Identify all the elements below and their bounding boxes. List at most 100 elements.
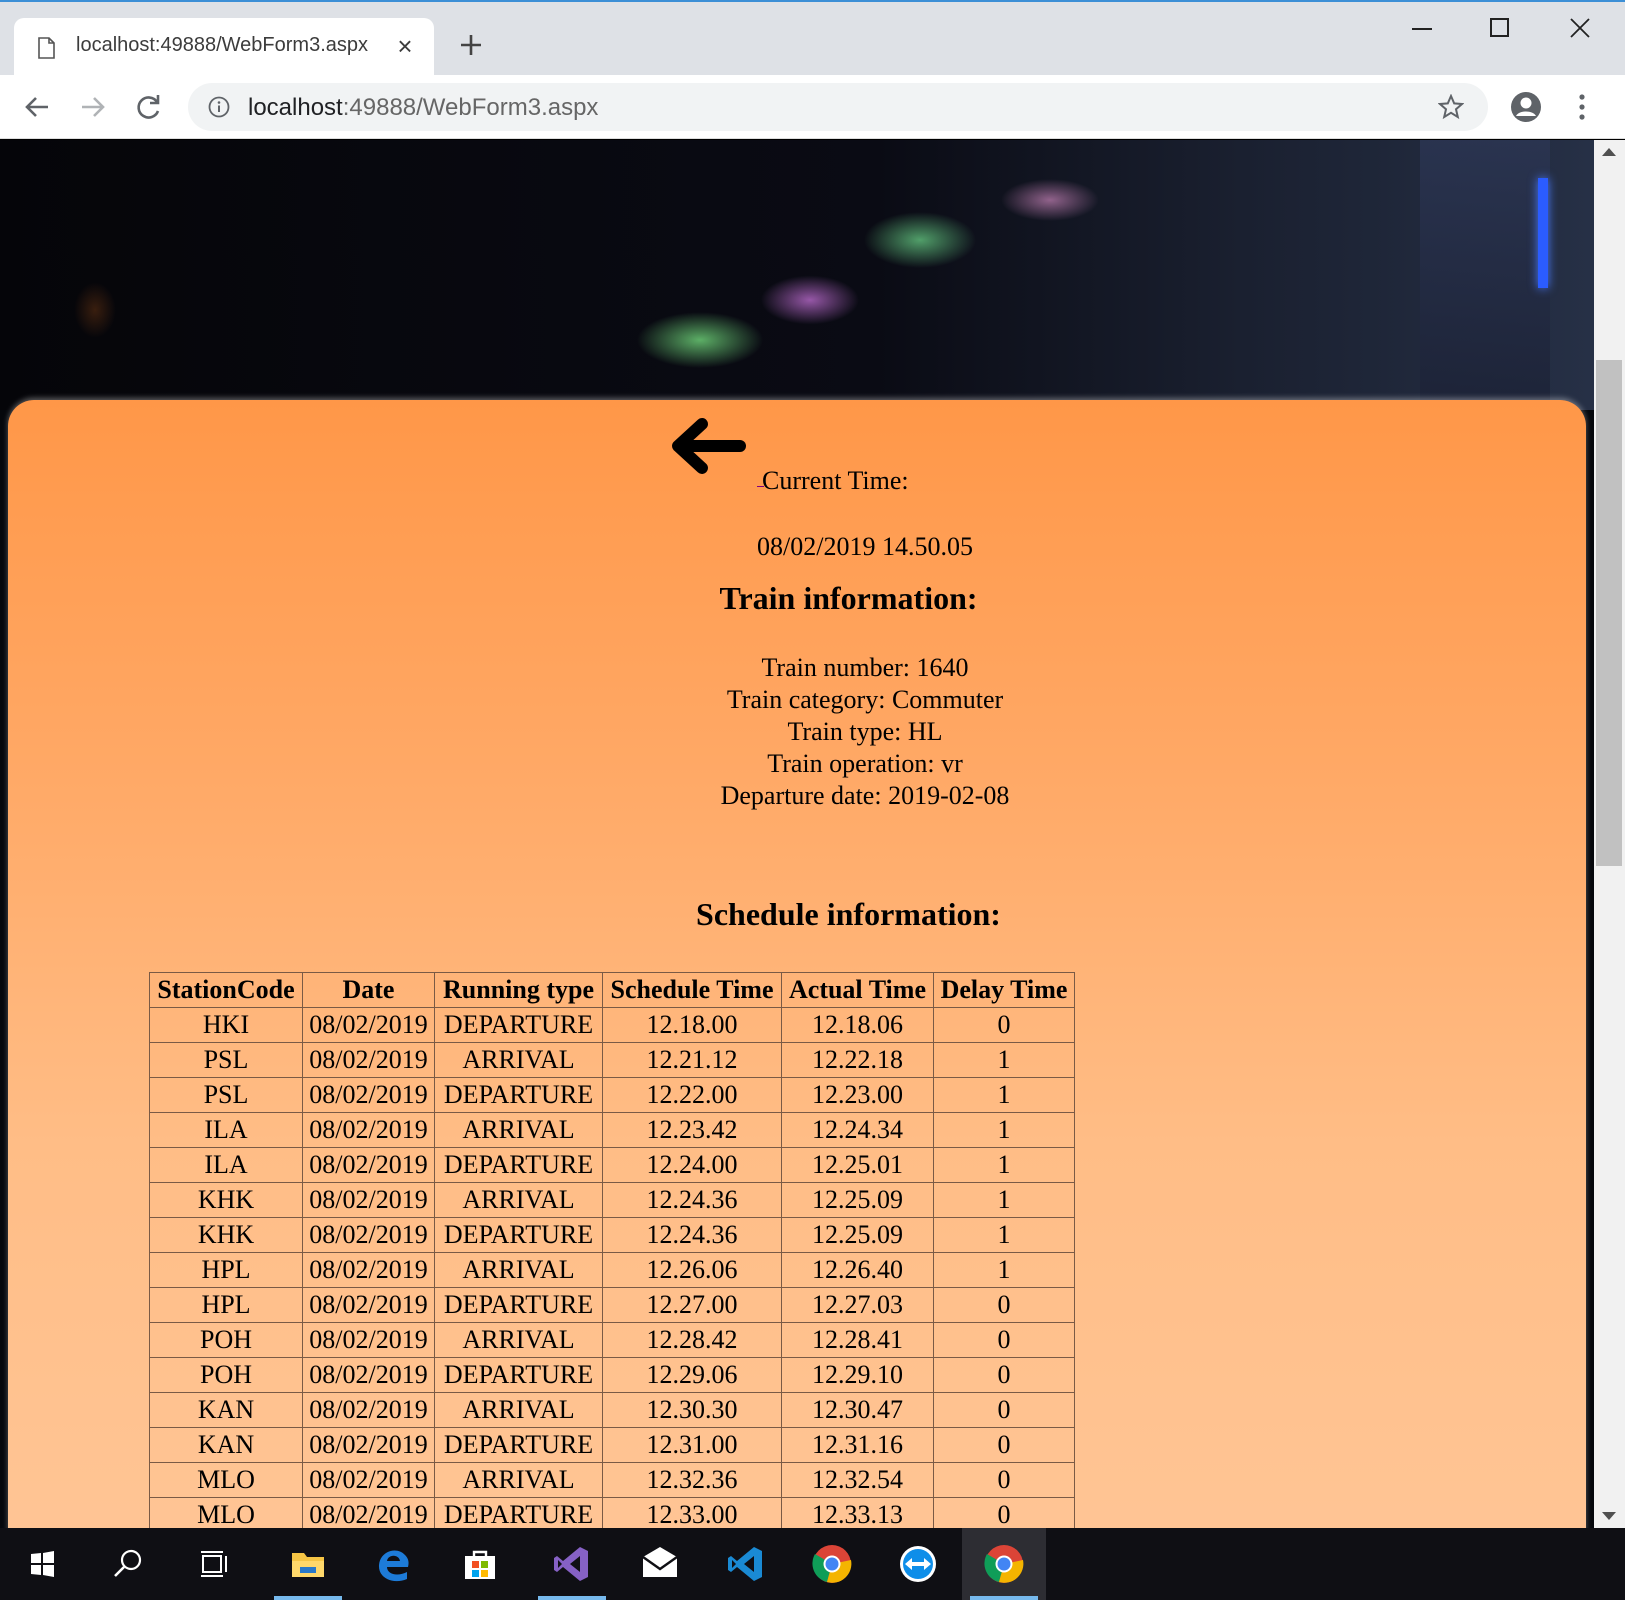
table-cell: 1	[933, 1147, 1075, 1183]
table-cell: 12.29.06	[602, 1357, 782, 1393]
bookmark-star-icon[interactable]	[1438, 94, 1464, 120]
table-cell: 12.32.54	[781, 1462, 934, 1498]
page-viewport: Current Time: 08/02/2019 14.50.05 Train …	[0, 140, 1594, 1528]
scrollbar-thumb[interactable]	[1596, 360, 1622, 866]
back-icon[interactable]	[22, 92, 52, 122]
table-row: HPL 08/02/2019 ARRIVAL 12.26.06 12.26.40 1	[149, 1252, 1075, 1288]
reload-icon[interactable]	[134, 92, 164, 122]
table-cell: 12.18.06	[781, 1007, 934, 1043]
url-text[interactable]: localhost:49888/WebForm3.aspx	[248, 94, 598, 122]
table-cell: ARRIVAL	[434, 1322, 603, 1358]
new-tab-icon[interactable]	[456, 30, 486, 60]
table-cell: 1	[933, 1077, 1075, 1113]
table-cell: 1	[933, 1252, 1075, 1288]
chrome-icon[interactable]	[790, 1528, 874, 1600]
table-cell: 08/02/2019	[302, 1147, 435, 1183]
address-bar[interactable]: localhost:49888/WebForm3.aspx	[188, 83, 1488, 131]
maximize-icon[interactable]	[1490, 18, 1509, 37]
task-view-icon[interactable]	[172, 1528, 256, 1600]
table-cell: DEPARTURE	[434, 1217, 603, 1253]
table-cell: 12.27.03	[781, 1287, 934, 1323]
table-cell: ARRIVAL	[434, 1392, 603, 1428]
table-cell: 08/02/2019	[302, 1322, 435, 1358]
table-cell: 12.28.42	[602, 1322, 782, 1358]
table-cell: POH	[149, 1322, 303, 1358]
table-cell: 12.24.34	[781, 1112, 934, 1148]
table-cell: 12.27.00	[602, 1287, 782, 1323]
table-cell: 12.22.00	[602, 1077, 782, 1113]
table-row: ILA 08/02/2019 DEPARTURE 12.24.00 12.25.01 1	[149, 1147, 1075, 1183]
table-row: POH 08/02/2019 DEPARTURE 12.29.06 12.29.10 0	[149, 1357, 1075, 1393]
train-info-heading: Train information:	[719, 580, 978, 616]
scroll-up-arrow-icon[interactable]	[1602, 148, 1616, 156]
window-close-icon[interactable]	[1568, 16, 1592, 40]
table-cell: 0	[933, 1322, 1075, 1358]
table-cell: ARRIVAL	[434, 1182, 603, 1218]
table-cell: 12.25.01	[781, 1147, 934, 1183]
store-icon[interactable]	[438, 1528, 522, 1600]
back-arrow-icon[interactable]	[668, 416, 748, 476]
forward-icon[interactable]	[78, 92, 108, 122]
table-row: MLO 08/02/2019 ARRIVAL 12.32.36 12.32.54 0	[149, 1462, 1075, 1498]
table-cell: KAN	[149, 1392, 303, 1428]
table-cell: HKI	[149, 1007, 303, 1043]
schedule-table: StationCode Date Running type Schedule T…	[149, 972, 1075, 1528]
table-cell: 12.29.10	[781, 1357, 934, 1393]
table-cell: 12.25.09	[781, 1182, 934, 1218]
tab-close-icon[interactable]: ×	[394, 33, 416, 59]
scroll-down-arrow-icon[interactable]	[1602, 1512, 1616, 1520]
table-header-row: StationCode Date Running type Schedule T…	[149, 972, 1075, 1008]
table-cell: DEPARTURE	[434, 1497, 603, 1528]
table-cell: ILA	[149, 1147, 303, 1183]
chrome-icon[interactable]	[962, 1528, 1046, 1600]
account-icon[interactable]	[1510, 91, 1542, 123]
table-cell: ARRIVAL	[434, 1112, 603, 1148]
train-category: Train category: Commuter	[726, 685, 1004, 714]
edge-icon[interactable]	[352, 1528, 436, 1600]
table-cell: 08/02/2019	[302, 1427, 435, 1463]
browser-tab-strip: localhost:49888/WebForm3.aspx ×	[0, 0, 1625, 77]
windows-start-icon[interactable]	[0, 1528, 84, 1600]
file-explorer-icon[interactable]	[266, 1528, 350, 1600]
table-cell: 12.18.00	[602, 1007, 782, 1043]
teamviewer-icon[interactable]	[876, 1528, 960, 1600]
table-cell: 12.24.36	[602, 1182, 782, 1218]
schedule-heading: Schedule information:	[696, 896, 1001, 932]
table-row: KHK 08/02/2019 DEPARTURE 12.24.36 12.25.09 1	[149, 1217, 1075, 1253]
table-cell: POH	[149, 1357, 303, 1393]
vscode-icon[interactable]	[704, 1528, 788, 1600]
table-cell: 08/02/2019	[302, 1007, 435, 1043]
table-cell: 12.22.18	[781, 1042, 934, 1078]
mail-icon[interactable]	[618, 1528, 702, 1600]
current-time-value: 08/02/2019 14.50.05	[757, 532, 973, 561]
table-cell: 0	[933, 1007, 1075, 1043]
table-cell: 12.23.42	[602, 1112, 782, 1148]
minimize-icon[interactable]	[1412, 28, 1432, 30]
table-row: MLO 08/02/2019 DEPARTURE 12.33.00 12.33.13 0	[149, 1497, 1075, 1528]
info-icon[interactable]	[208, 96, 230, 118]
column-header: Schedule Time	[602, 972, 782, 1008]
table-cell: 12.23.00	[781, 1077, 934, 1113]
table-cell: 12.26.40	[781, 1252, 934, 1288]
table-cell: DEPARTURE	[434, 1427, 603, 1463]
kebab-menu-icon[interactable]	[1576, 93, 1588, 121]
search-icon[interactable]	[86, 1528, 170, 1600]
table-cell: ARRIVAL	[434, 1042, 603, 1078]
train-operation: Train operation: vr	[767, 749, 963, 778]
table-cell: 12.30.47	[781, 1392, 934, 1428]
table-cell: 1	[933, 1217, 1075, 1253]
table-cell: KAN	[149, 1427, 303, 1463]
table-cell: PSL	[149, 1077, 303, 1113]
table-cell: HPL	[149, 1287, 303, 1323]
column-header: Actual Time	[781, 972, 934, 1008]
departure-date: Departure date: 2019-02-08	[720, 781, 1010, 810]
table-cell: 12.33.00	[602, 1497, 782, 1528]
table-cell: 08/02/2019	[302, 1182, 435, 1218]
vertical-scrollbar[interactable]	[1594, 140, 1625, 1528]
table-cell: 1	[933, 1112, 1075, 1148]
browser-tab[interactable]: localhost:49888/WebForm3.aspx ×	[14, 18, 434, 77]
visual-studio-icon[interactable]	[530, 1528, 614, 1600]
table-cell: 08/02/2019	[302, 1287, 435, 1323]
table-cell: ARRIVAL	[434, 1252, 603, 1288]
table-cell: 12.32.36	[602, 1462, 782, 1498]
